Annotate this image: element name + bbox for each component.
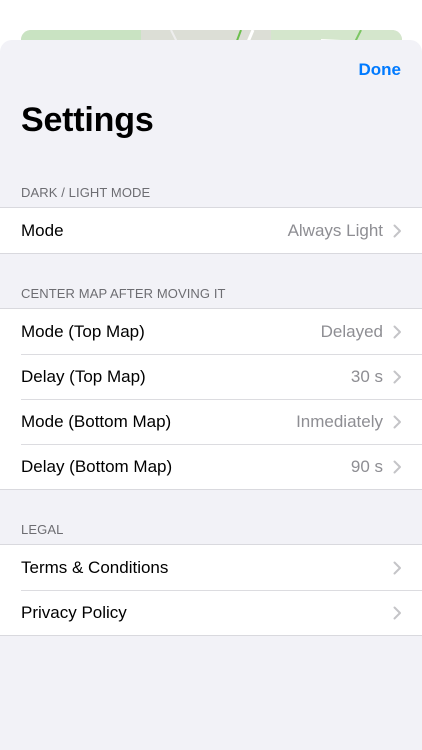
section-header-legal: LEGAL — [21, 522, 64, 537]
settings-sheet: Done Settings DARK / LIGHT MODE Mode Alw… — [0, 40, 422, 750]
chevron-right-icon — [393, 561, 401, 574]
row-value: 90 s — [350, 456, 383, 476]
row-value: Always Light — [287, 220, 383, 240]
delay-top-map-row[interactable]: Delay (Top Map) 30 s — [0, 354, 422, 399]
chevron-right-icon — [393, 370, 401, 383]
mode-top-map-row[interactable]: Mode (Top Map) Delayed — [0, 309, 422, 354]
terms-conditions-row[interactable]: Terms & Conditions — [0, 545, 422, 590]
section-header-center-map: CENTER MAP AFTER MOVING IT — [21, 286, 226, 301]
chevron-right-icon — [393, 325, 401, 338]
chevron-right-icon — [393, 224, 401, 237]
chevron-right-icon — [393, 460, 401, 473]
row-value: Delayed — [320, 321, 383, 341]
legal-group: Terms & Conditions Privacy Policy — [0, 544, 422, 636]
done-button[interactable]: Done — [359, 60, 402, 80]
mode-bottom-map-row[interactable]: Mode (Bottom Map) Inmediately — [0, 399, 422, 444]
row-label: Delay (Bottom Map) — [21, 456, 173, 476]
row-label: Mode (Bottom Map) — [21, 411, 172, 431]
chevron-right-icon — [393, 415, 401, 428]
privacy-policy-row[interactable]: Privacy Policy — [0, 590, 422, 635]
row-label: Terms & Conditions — [21, 557, 169, 577]
appearance-group: Mode Always Light — [0, 207, 422, 254]
row-value: Inmediately — [296, 411, 383, 431]
delay-bottom-map-row[interactable]: Delay (Bottom Map) 90 s — [0, 444, 422, 489]
row-label: Privacy Policy — [21, 602, 127, 622]
section-header-appearance: DARK / LIGHT MODE — [21, 185, 151, 200]
mode-row[interactable]: Mode Always Light — [0, 208, 422, 253]
center-map-group: Mode (Top Map) Delayed Delay (Top Map) 3… — [0, 308, 422, 490]
navigation-bar: Done — [0, 40, 422, 100]
row-label: Mode (Top Map) — [21, 321, 145, 341]
page-title: Settings — [21, 101, 154, 139]
chevron-right-icon — [393, 606, 401, 619]
row-label: Delay (Top Map) — [21, 366, 146, 386]
row-label: Mode — [21, 220, 64, 240]
row-value: 30 s — [350, 366, 383, 386]
